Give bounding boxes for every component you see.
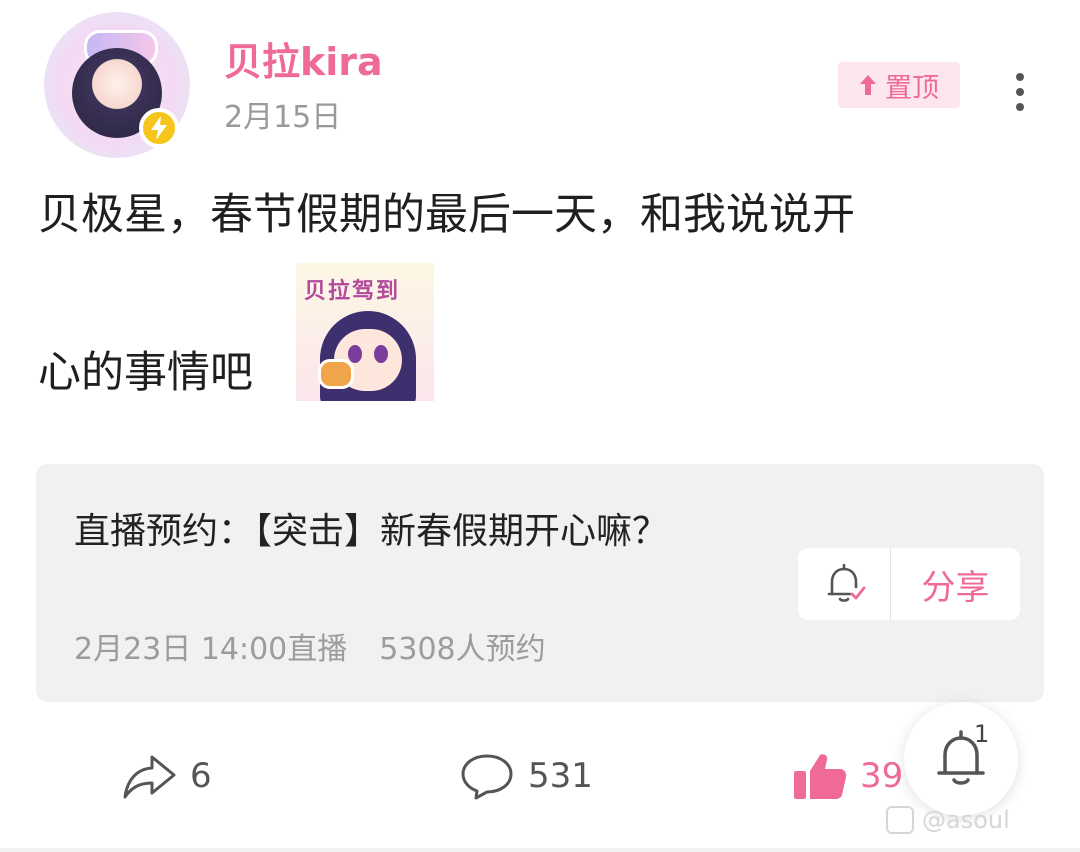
comment-count: 531 (528, 756, 593, 796)
like-button[interactable]: 39 (792, 744, 903, 808)
notification-count: 1 (974, 720, 990, 748)
watermark-text: @asoul (922, 806, 1010, 834)
more-options-button[interactable] (1000, 68, 1040, 116)
comment-button[interactable]: 531 (458, 744, 593, 808)
bell-check-icon (827, 563, 866, 602)
watermark: @asoul (886, 806, 1010, 834)
more-dot-icon (1016, 73, 1024, 81)
forward-arrow-icon (123, 755, 176, 799)
forward-count: 6 (190, 756, 212, 796)
username[interactable]: 贝拉kira (224, 38, 383, 86)
live-title: 直播预约：【突击】新春假期开心嘛？ (74, 511, 669, 552)
lightning-verified-icon (139, 108, 179, 148)
post-date: 2月15日 (224, 100, 342, 135)
user-avatar[interactable] (44, 12, 190, 158)
floating-notification-button[interactable]: 1 (904, 702, 1018, 816)
live-reservation-card[interactable]: 直播预约：【突击】新春假期开心嘛？ 2月23日 14:00直播 5308人预约 分… (36, 464, 1044, 702)
live-meta: 2月23日 14:00直播 5308人预约 (74, 630, 546, 670)
live-time: 2月23日 14:00直播 (74, 632, 348, 667)
more-dot-icon (1016, 88, 1024, 96)
comment-bubble-icon (461, 754, 513, 800)
bottom-divider (0, 848, 1080, 852)
reserve-bell-button[interactable] (798, 548, 890, 620)
more-dot-icon (1016, 103, 1024, 111)
sticker-eye (348, 345, 362, 363)
live-action-group: 分享 (798, 548, 1020, 620)
watermark-logo-icon (886, 806, 914, 834)
post-text-line-2: 心的事情吧 (38, 348, 253, 398)
pinned-badge: 置顶 (838, 62, 960, 108)
reservation-count: 5308人预约 (379, 632, 546, 667)
sticker-caption: 贝拉驾到 (304, 279, 401, 304)
sticker-eye (374, 345, 388, 363)
post-text-line-1: 贝极星，春节假期的最后一天，和我说说开 (38, 190, 855, 240)
share-button[interactable]: 分享 (891, 548, 1020, 620)
pinned-label: 置顶 (885, 72, 939, 104)
sticker-emote[interactable]: 贝拉驾到 (296, 263, 434, 401)
forward-button[interactable]: 6 (120, 744, 212, 808)
arrow-up-icon (860, 75, 876, 95)
like-count: 39 (860, 756, 904, 796)
sticker-microphone (318, 359, 354, 389)
thumbs-up-icon (794, 754, 847, 799)
